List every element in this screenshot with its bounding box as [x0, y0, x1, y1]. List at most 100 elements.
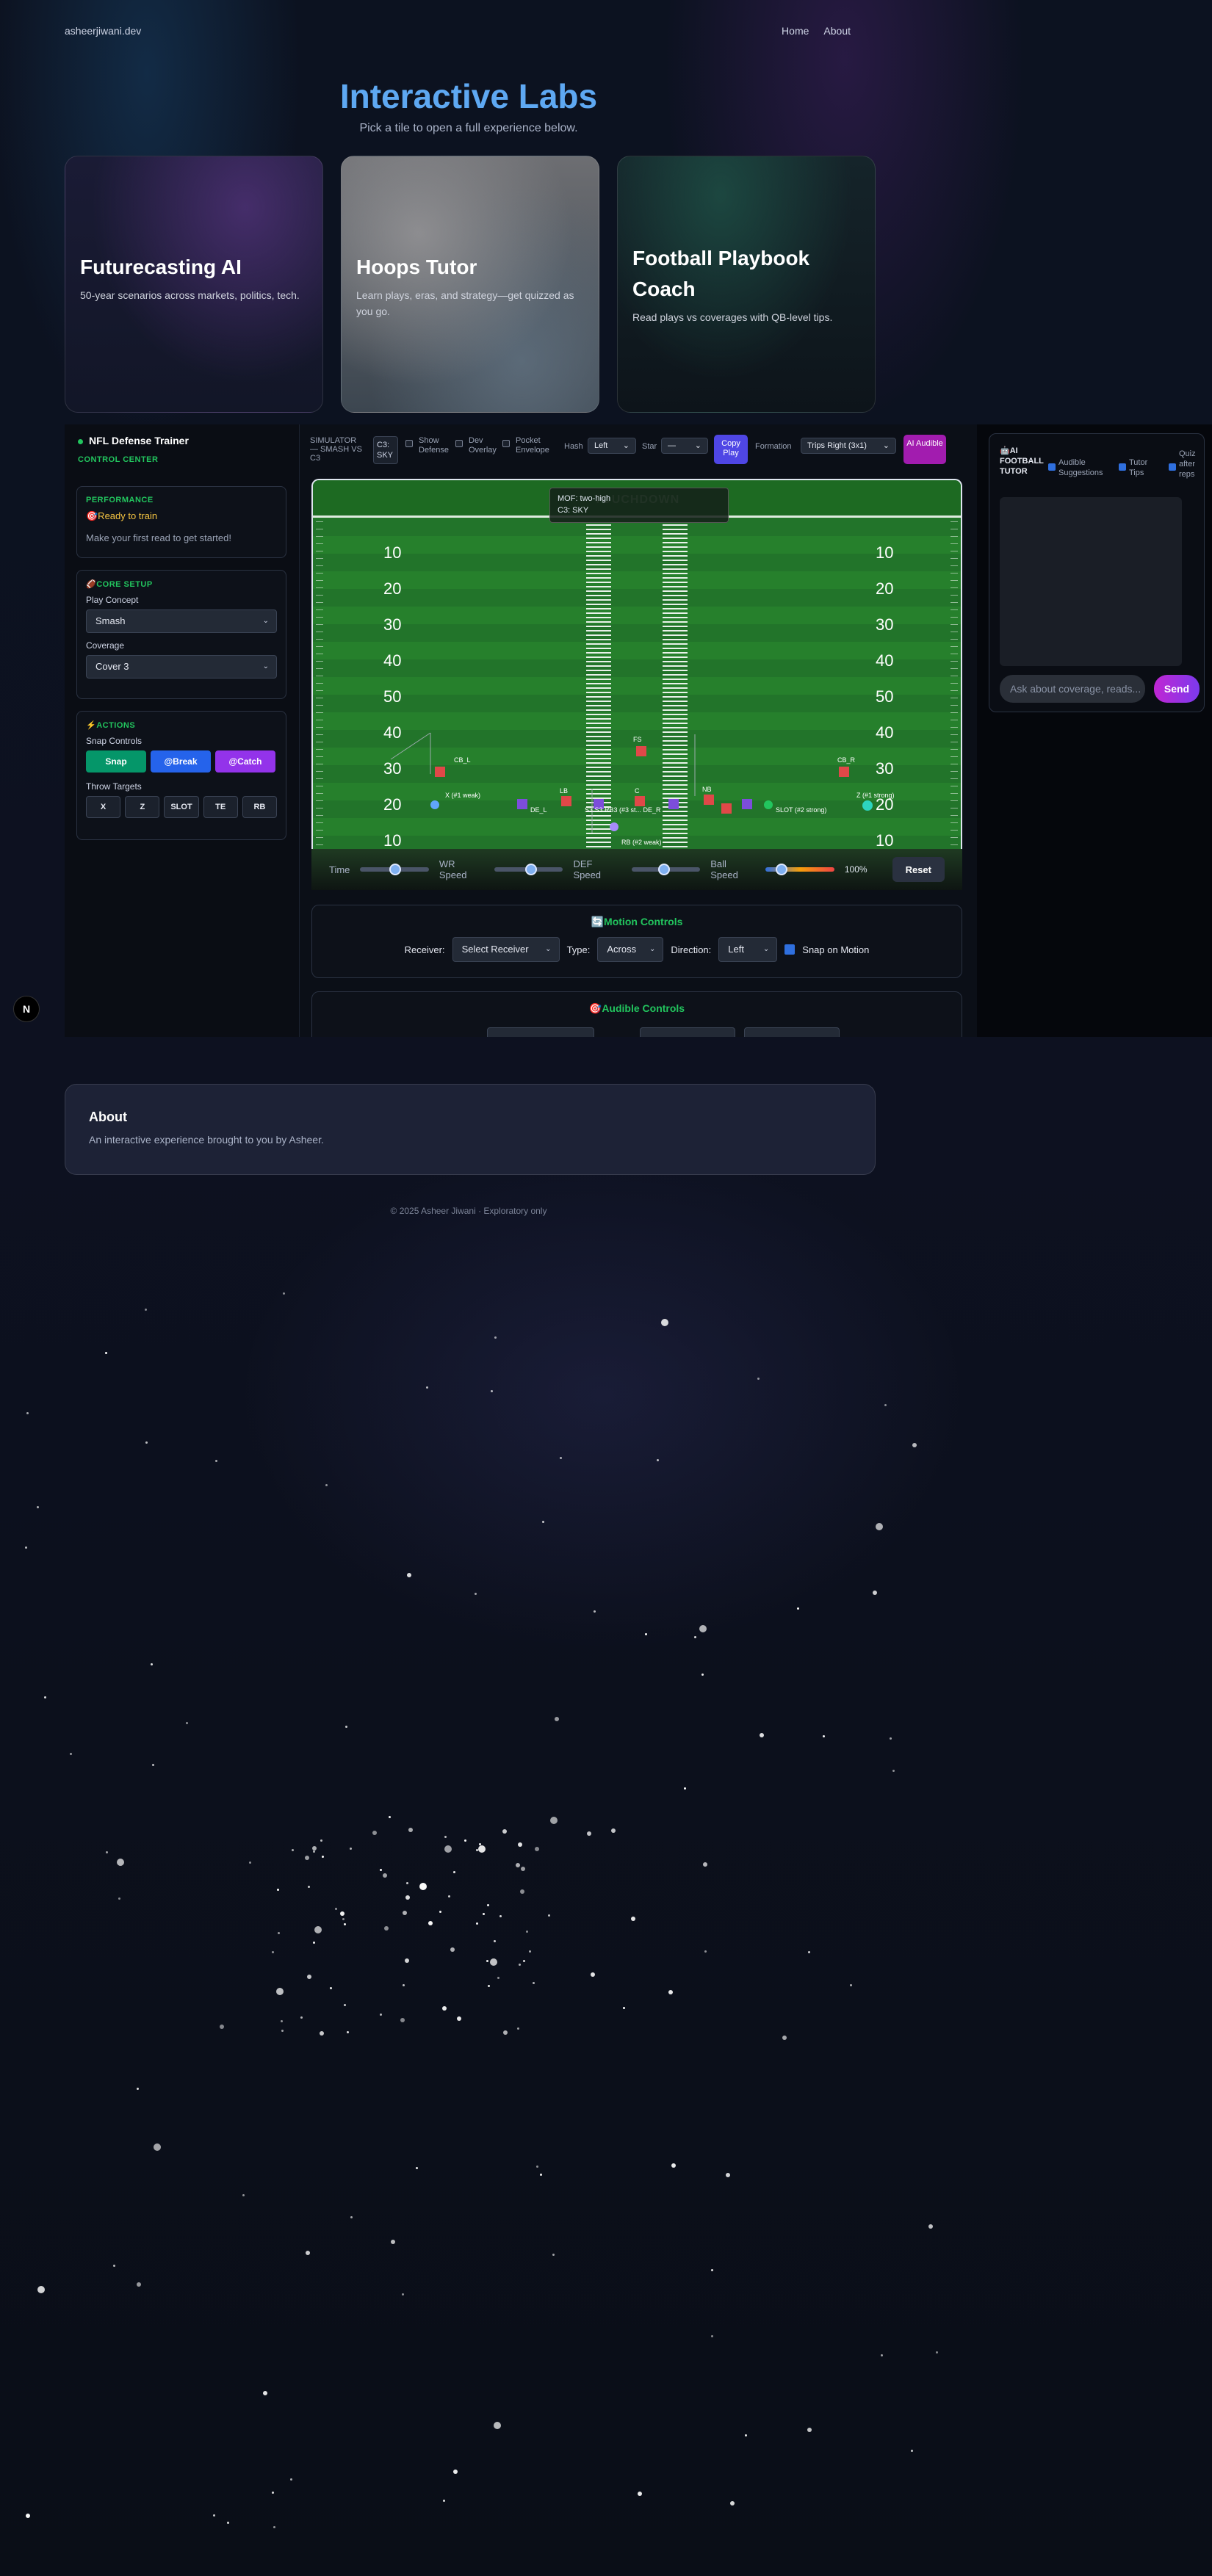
- about-card: About An interactive experience brought …: [65, 1084, 876, 1175]
- tile-title: Hoops Tutor: [356, 256, 477, 278]
- ball-speed-label: Ball Speed: [710, 858, 738, 880]
- star-dot: [554, 1717, 559, 1722]
- performance-heading: PERFORMANCE: [86, 496, 154, 504]
- label-z: Z (#1 strong): [856, 792, 895, 799]
- player-x[interactable]: [430, 800, 439, 809]
- core-setup-heading: 🏈CORE SETUP: [86, 580, 153, 589]
- star-dot: [517, 2027, 520, 2030]
- quiz-toggle[interactable]: [1169, 460, 1176, 474]
- slider-knob[interactable]: [657, 864, 670, 875]
- star-dot: [379, 2013, 382, 2016]
- break-button[interactable]: @Break: [151, 750, 211, 773]
- throw-z-button[interactable]: Z: [125, 796, 160, 818]
- reset-button[interactable]: Reset: [892, 857, 945, 882]
- star-dot: [118, 1897, 121, 1900]
- top-nav: Home About: [782, 25, 851, 37]
- player-lb[interactable]: [561, 796, 571, 806]
- player-de-left[interactable]: [517, 799, 527, 809]
- tile-futurecasting[interactable]: Futurecasting AI 50-year scenarios acros…: [65, 156, 323, 413]
- audible-select[interactable]: [640, 1027, 735, 1037]
- chevron-down-icon: ⌄: [762, 945, 770, 953]
- show-defense-toggle[interactable]: [405, 439, 413, 448]
- play-concept-select[interactable]: Smash ⌄: [86, 609, 277, 633]
- star-select[interactable]: — ⌄: [661, 438, 708, 454]
- label-misc: S3 S3 RB3 (#3 st... DE_R: [585, 806, 661, 814]
- time-slider[interactable]: [360, 864, 429, 875]
- throw-x-button[interactable]: X: [86, 796, 121, 818]
- audible-select[interactable]: [487, 1027, 594, 1037]
- pocket-envelope-toggle[interactable]: [502, 439, 510, 448]
- nav-link-home[interactable]: Home: [782, 25, 809, 37]
- next-badge-icon[interactable]: N: [13, 996, 40, 1022]
- player-fs[interactable]: [636, 746, 646, 756]
- throw-slot-button[interactable]: SLOT: [164, 796, 199, 818]
- audible-suggestions-toggle[interactable]: [1048, 460, 1056, 474]
- player-nb[interactable]: [704, 795, 714, 805]
- star-dot: [372, 1831, 377, 1836]
- player-de-right[interactable]: [721, 803, 732, 814]
- football-field[interactable]: TOUCHDOWN 101020203030404050504040303020…: [311, 479, 962, 849]
- slider-knob[interactable]: [776, 864, 788, 875]
- direction-select[interactable]: Left ⌄: [718, 937, 778, 962]
- actions-panel: ⚡ACTIONS Snap Controls Snap @Break @Catc…: [76, 711, 286, 840]
- star-dot: [880, 2354, 883, 2356]
- catch-button[interactable]: @Catch: [215, 750, 275, 773]
- slider-knob[interactable]: [389, 864, 402, 875]
- core-setup-panel: 🏈CORE SETUP Play Concept Smash ⌄ Coverage…: [76, 570, 286, 699]
- player-rb[interactable]: [610, 822, 618, 831]
- star-dot: [493, 2422, 501, 2430]
- nav-link-about[interactable]: About: [823, 25, 851, 37]
- player-c[interactable]: [635, 796, 645, 806]
- chevron-down-icon: ⌄: [649, 945, 656, 953]
- star-dot: [350, 2215, 353, 2218]
- motion-type-select[interactable]: Across ⌄: [597, 937, 664, 962]
- tile-football-playbook[interactable]: Football Playbook Coach Read plays vs co…: [617, 156, 876, 413]
- player-z[interactable]: [862, 800, 873, 811]
- star-dot: [405, 1895, 411, 1900]
- tutor-question-input[interactable]: Ask about coverage, reads...: [1000, 675, 1145, 703]
- audible-select[interactable]: [744, 1027, 840, 1037]
- star-dot: [215, 1459, 218, 1462]
- dev-overlay-toggle[interactable]: [455, 439, 463, 448]
- motion-type-value: Across: [607, 944, 637, 955]
- star-dot: [441, 2005, 447, 2011]
- receiver-label: Receiver:: [404, 944, 445, 955]
- coverage-select[interactable]: Cover 3 ⌄: [86, 655, 277, 679]
- site-brand[interactable]: asheerjiwani.dev: [65, 25, 141, 37]
- tutor-tips-toggle[interactable]: [1119, 460, 1126, 474]
- player-cb-left[interactable]: [435, 767, 445, 777]
- checkbox-icon: [405, 440, 413, 448]
- receiver-select[interactable]: Select Receiver ⌄: [452, 937, 560, 962]
- def-speed-slider[interactable]: [631, 864, 701, 875]
- sidebar-subtitle: CONTROL CENTER: [78, 455, 159, 464]
- coverage-value: Cover 3: [95, 661, 129, 672]
- star-dot: [671, 2163, 676, 2168]
- formation-select[interactable]: Trips Right (3x1) ⌄: [801, 438, 896, 454]
- throw-rb-button[interactable]: RB: [242, 796, 278, 818]
- performance-status: 🎯Ready to train: [86, 510, 158, 521]
- wr-speed-slider[interactable]: [494, 864, 563, 875]
- time-label: Time: [329, 864, 350, 875]
- label-lb: LB: [560, 787, 569, 795]
- star-dot: [702, 1862, 707, 1867]
- player-slot[interactable]: [764, 800, 773, 809]
- tile-hoops-tutor[interactable]: Hoops Tutor Learn plays, eras, and strat…: [341, 156, 599, 413]
- hash-select[interactable]: Left ⌄: [588, 438, 636, 454]
- player-ol[interactable]: [668, 799, 679, 809]
- ai-tutor-panel: 🤖AI FOOTBALL TUTOR Audible Suggestions T…: [989, 433, 1205, 712]
- star-dot: [729, 2500, 735, 2506]
- copy-play-button[interactable]: Copy Play: [714, 435, 748, 464]
- star-dot: [710, 2334, 713, 2337]
- ai-audible-button[interactable]: AI Audible: [903, 435, 946, 464]
- direction-value: Left: [728, 944, 744, 955]
- send-button[interactable]: Send: [1154, 675, 1200, 703]
- throw-te-button[interactable]: TE: [203, 796, 238, 818]
- snap-button[interactable]: Snap: [86, 750, 146, 773]
- slider-knob[interactable]: [525, 864, 538, 875]
- player-cb-right[interactable]: [839, 767, 849, 777]
- play-concept-value: Smash: [95, 615, 126, 626]
- receiver-value: Select Receiver: [461, 944, 529, 955]
- ball-speed-slider[interactable]: [765, 864, 834, 875]
- snap-on-motion-checkbox[interactable]: [784, 944, 796, 955]
- player-ol[interactable]: [742, 799, 752, 809]
